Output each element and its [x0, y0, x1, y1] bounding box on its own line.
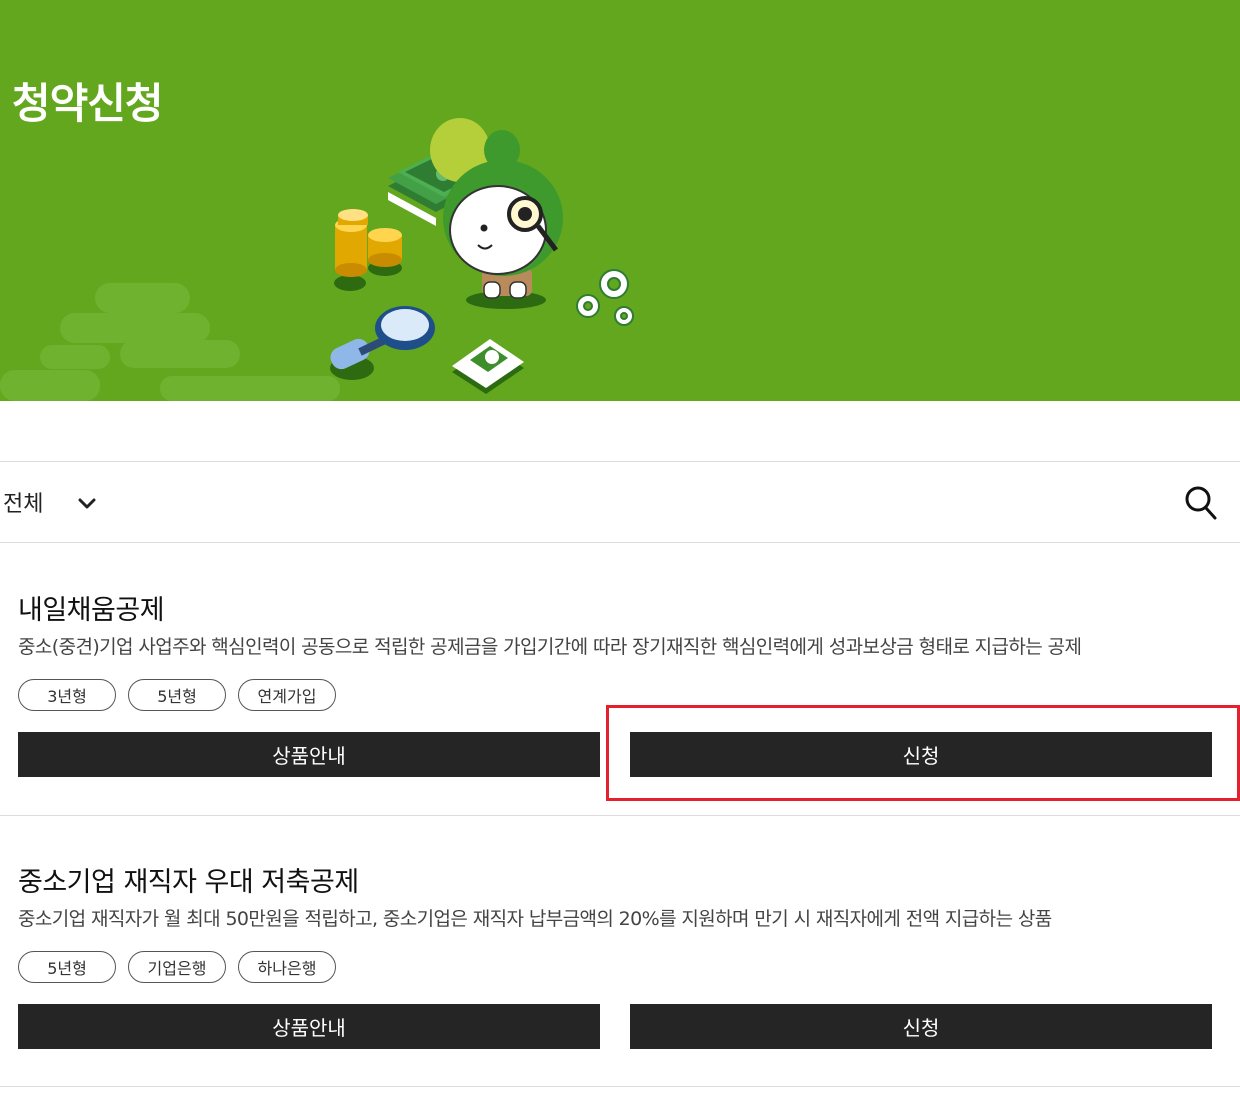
product-tags: 5년형 기업은행 하나은행: [18, 951, 336, 983]
apply-button[interactable]: 신청: [630, 732, 1212, 777]
search-button[interactable]: [1183, 484, 1219, 522]
product-info-button[interactable]: 상품안내: [18, 1004, 600, 1049]
product-description: 중소(중견)기업 사업주와 핵심인력이 공동으로 적립한 공제금을 가입기간에 …: [18, 636, 1082, 658]
apply-button[interactable]: 신청: [630, 1004, 1212, 1049]
filter-bar: 전체: [0, 461, 1240, 543]
product-tag: 연계가입: [238, 679, 336, 711]
product-tags: 3년형 5년형 연계가입: [18, 679, 336, 711]
category-dropdown[interactable]: 전체: [0, 480, 110, 524]
hero-banner: 청약신청: [0, 0, 1240, 401]
product-description: 중소기업 재직자가 월 최대 50만원을 적립하고, 중소기업은 재직자 납부금…: [18, 908, 1052, 930]
product-tag: 5년형: [18, 951, 116, 983]
product-title: 내일채움공제: [18, 595, 165, 626]
product-card: 중소기업 재직자 우대 저축공제 중소기업 재직자가 월 최대 50만원을 적립…: [0, 816, 1240, 1087]
product-tag: 기업은행: [128, 951, 226, 983]
product-tag: 3년형: [18, 679, 116, 711]
category-dropdown-label: 전체: [3, 492, 44, 517]
product-card: 내일채움공제 중소(중견)기업 사업주와 핵심인력이 공동으로 적립한 공제금을…: [0, 544, 1240, 816]
chevron-down-icon: [78, 498, 96, 509]
product-tag: 5년형: [128, 679, 226, 711]
product-info-button[interactable]: 상품안내: [18, 732, 600, 777]
product-title: 중소기업 재직자 우대 저축공제: [18, 867, 359, 898]
mascot-illustration: [0, 118, 634, 401]
search-icon: [1185, 486, 1217, 520]
product-tag: 하나은행: [238, 951, 336, 983]
